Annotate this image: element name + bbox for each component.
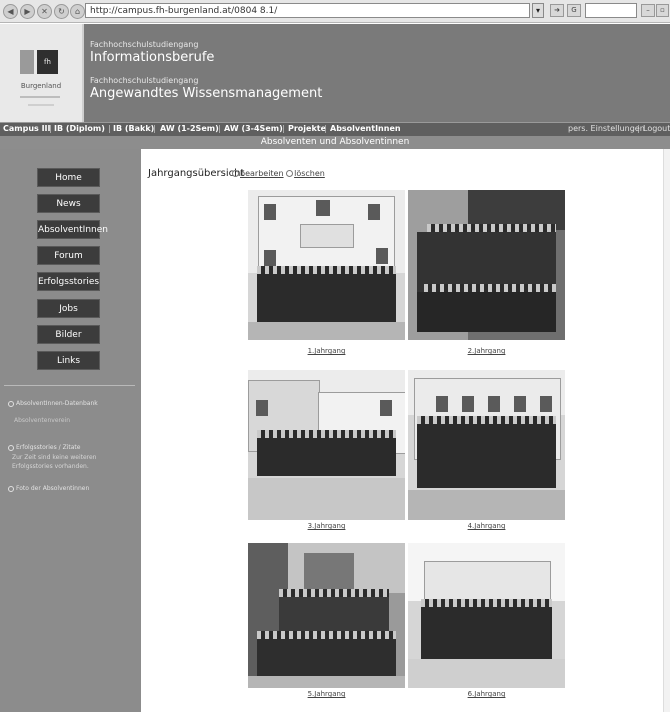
nav-aw-1-2[interactable]: AW (1-2Sem) [160, 124, 219, 133]
sidebar-item-news[interactable]: News [37, 194, 100, 213]
address-dropdown-icon[interactable]: ▾ [532, 3, 544, 18]
sidebar-item-absolventinnen[interactable]: AbsolventInnen [37, 220, 108, 239]
nav-ib-bakk[interactable]: IB (Bakk) [113, 124, 154, 133]
sidebar-link-datenbank[interactable]: AbsolventInnen-Datenbank [8, 400, 98, 407]
nav-absolventinnen[interactable]: AbsolventInnen [330, 124, 401, 133]
address-bar[interactable]: http://campus.fh-burgenland.at/0804 8.1/ [85, 3, 530, 18]
edit-link[interactable]: bearbeiten [240, 169, 284, 178]
page-title: Jahrgangsübersicht [148, 168, 245, 179]
sidebar-item-home[interactable]: Home [37, 168, 100, 187]
class-photo-3-caption[interactable]: 3.Jahrgang [248, 522, 405, 530]
delete-icon[interactable] [286, 170, 294, 177]
program-title-1: Informationsberufe [90, 50, 215, 65]
browser-toolbar: ◀ ▶ ✕ ↻ ⌂ http://campus.fh-burgenland.at… [0, 0, 670, 23]
program-title-2: Angewandtes Wissensmanagement [90, 86, 323, 101]
class-photo-1[interactable] [248, 190, 405, 340]
sidebar-info-text: Zur Zeit sind keine weiteren Erfolgsstor… [12, 454, 97, 470]
sidebar-link-verein[interactable]: Absolventenverein [14, 417, 70, 424]
stop-icon[interactable]: ✕ [37, 4, 52, 19]
sidebar-item-links[interactable]: Links [37, 351, 100, 370]
logo-mark-icon: fh [20, 50, 58, 74]
refresh-icon[interactable]: ↻ [54, 4, 69, 19]
home-icon[interactable]: ⌂ [70, 4, 85, 19]
class-photo-1-caption[interactable]: 1.Jahrgang [248, 347, 405, 355]
title-actions: bearbeiten löschen [232, 169, 325, 178]
logo-text: Burgenland [20, 82, 62, 90]
sidebar-item-forum[interactable]: Forum [37, 246, 100, 265]
logo[interactable]: fh Burgenland [0, 24, 84, 122]
nav-settings[interactable]: pers. Einstellungen [568, 124, 645, 133]
nav-campus[interactable]: Campus III [3, 124, 51, 133]
top-navigation: Campus III | IB (Diplom) | IB (Bakk) | A… [0, 122, 670, 137]
class-photo-3[interactable] [248, 370, 405, 520]
site-header: fh Burgenland Fachhochschulstudiengang I… [0, 24, 670, 122]
section-title: Absolventen und Absolventinnen [0, 136, 670, 149]
class-photo-2-caption[interactable]: 2.Jahrgang [408, 347, 565, 355]
minimize-icon[interactable]: – [641, 4, 655, 17]
class-photo-6-caption[interactable]: 6.Jahrgang [408, 690, 565, 698]
nav-logout[interactable]: Logout [643, 124, 670, 133]
sidebar-divider [4, 385, 135, 386]
program-label-1: Fachhochschulstudiengang [90, 40, 199, 49]
sidebar-link-foto[interactable]: Foto der Absolventinnen [8, 485, 89, 492]
scrollbar[interactable] [663, 149, 670, 712]
class-photo-5[interactable] [248, 543, 405, 688]
search-engine-icon[interactable]: G [567, 4, 581, 17]
search-input[interactable] [585, 3, 637, 18]
maximize-icon[interactable]: ▫ [656, 4, 669, 17]
nav-projekte[interactable]: Projekte [288, 124, 326, 133]
info-icon [8, 444, 14, 451]
forward-icon[interactable]: ▶ [20, 4, 35, 19]
sidebar-item-erfolgsstories[interactable]: Erfolgsstories [37, 272, 100, 291]
nav-ib-diplom[interactable]: IB (Diplom) [54, 124, 105, 133]
delete-link[interactable]: löschen [294, 169, 325, 178]
class-photo-4[interactable] [408, 370, 565, 520]
go-icon[interactable]: ➜ [550, 4, 564, 17]
edit-icon[interactable] [232, 170, 239, 177]
bullet-icon [8, 400, 14, 407]
sidebar-item-jobs[interactable]: Jobs [37, 299, 100, 318]
class-photo-6[interactable] [408, 543, 565, 688]
sidebar-item-bilder[interactable]: Bilder [37, 325, 100, 344]
sidebar-info-title: Erfolgsstories / Zitate [8, 444, 80, 451]
class-photo-2[interactable] [408, 190, 565, 340]
sidebar: Home News AbsolventInnen Forum Erfolgsst… [0, 149, 141, 712]
back-icon[interactable]: ◀ [3, 4, 18, 19]
program-label-2: Fachhochschulstudiengang [90, 76, 199, 85]
bullet-icon [8, 485, 14, 492]
class-photo-4-caption[interactable]: 4.Jahrgang [408, 522, 565, 530]
nav-aw-3-4[interactable]: AW (3-4Sem) [224, 124, 283, 133]
class-photo-5-caption[interactable]: 5.Jahrgang [248, 690, 405, 698]
